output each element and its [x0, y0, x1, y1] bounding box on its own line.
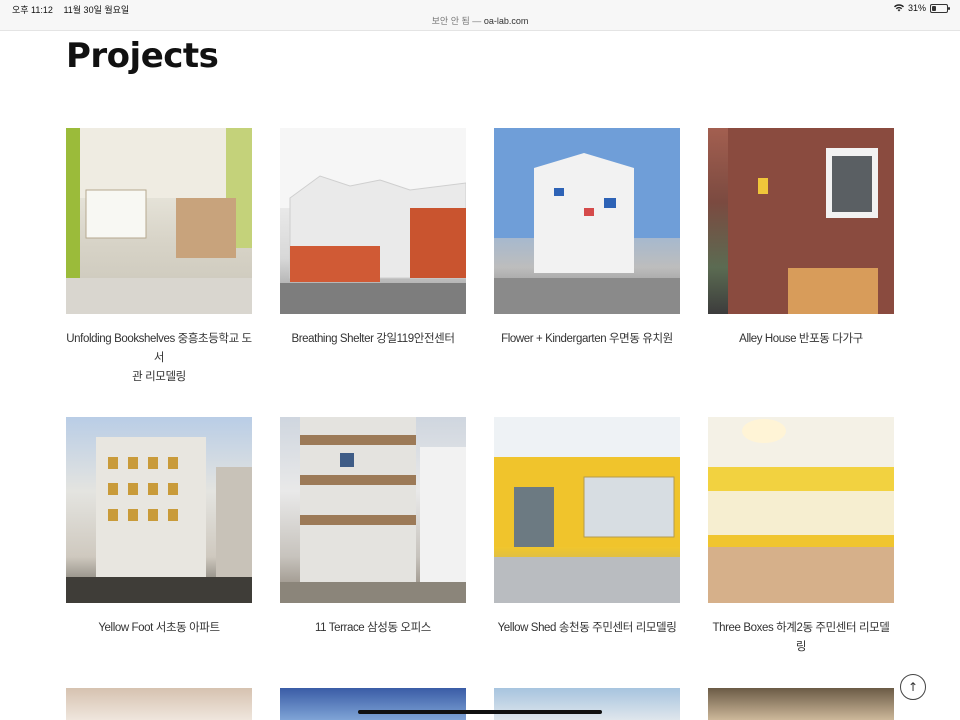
project-thumbnail[interactable] — [708, 128, 894, 314]
project-card-row3-3[interactable] — [494, 688, 680, 720]
project-thumbnail[interactable] — [280, 128, 466, 314]
project-card-three-boxes[interactable]: Three Boxes 하계2동 주민센터 리모델링 — [708, 417, 894, 657]
project-card-breathing-shelter[interactable]: Breathing Shelter 강일119안전센터 — [280, 128, 466, 349]
alley-house-image — [728, 128, 894, 314]
wifi-icon — [893, 4, 904, 12]
project-thumbnail[interactable] — [66, 417, 252, 603]
project-thumbnail[interactable] — [66, 128, 252, 314]
community-center-interior-image — [708, 417, 894, 603]
office-image — [280, 417, 466, 603]
address-bar[interactable]: 보안 안 됨 — oa-lab.com — [0, 14, 960, 27]
project-title[interactable]: Alley House 반포동 다가구 — [708, 330, 894, 349]
page-title: Projects — [66, 36, 219, 76]
project-title[interactable]: Three Boxes 하계2동 주민센터 리모델링 — [708, 619, 894, 657]
project-thumbnail[interactable] — [280, 417, 466, 603]
battery-icon — [930, 3, 950, 13]
project-card-11-terrace[interactable]: 11 Terrace 삼성동 오피스 — [280, 417, 466, 638]
apartment-image — [66, 437, 252, 603]
project-thumbnail[interactable] — [280, 688, 466, 720]
project-card-unfolding-bookshelves[interactable]: Unfolding Bookshelves 중흥초등학교 도서 관 리모델링 — [66, 128, 252, 387]
url-separator: — — [472, 16, 482, 26]
project-card-flower-kindergarten[interactable]: Flower + Kindergarten 우면동 유치원 — [494, 128, 680, 349]
security-label: 보안 안 됨 — [431, 16, 470, 26]
project-thumbnail[interactable] — [708, 417, 894, 603]
project-card-alley-house[interactable]: Alley House 반포동 다가구 — [708, 128, 894, 349]
project-thumbnail[interactable] — [494, 417, 680, 603]
project-card-yellow-shed[interactable]: Yellow Shed 송천동 주민센터 리모델링 — [494, 417, 680, 638]
arrow-up-icon: ↑ — [907, 680, 919, 694]
project-title[interactable]: Flower + Kindergarten 우면동 유치원 — [494, 330, 680, 349]
status-bar: 오후 11:12 11월 30일 월요일 보안 안 됨 — oa-lab.com… — [0, 0, 960, 31]
project-title[interactable]: 11 Terrace 삼성동 오피스 — [280, 619, 466, 638]
project-title[interactable]: Breathing Shelter 강일119안전센터 — [280, 330, 466, 349]
url-host: oa-lab.com — [483, 16, 529, 26]
project-card-row3-4[interactable] — [708, 688, 894, 720]
project-thumbnail[interactable] — [494, 688, 680, 720]
fire-station-image — [280, 128, 466, 314]
back-to-top-button[interactable]: ↑ — [900, 674, 926, 700]
project-title[interactable]: Yellow Shed 송천동 주민센터 리모델링 — [494, 619, 680, 638]
project-title[interactable]: Yellow Foot 서초동 아파트 — [66, 619, 252, 638]
project-card-row3-1[interactable] — [66, 688, 252, 720]
status-right: 31% — [893, 3, 950, 13]
project-thumbnail[interactable] — [708, 688, 894, 720]
project-title[interactable]: Unfolding Bookshelves 중흥초등학교 도서 관 리모델링 — [66, 330, 252, 387]
kindergarten-image — [494, 128, 680, 314]
community-center-image — [494, 417, 680, 603]
library-interior-image — [66, 128, 252, 314]
battery-percent: 31% — [907, 3, 926, 13]
project-thumbnail[interactable] — [66, 688, 252, 720]
project-card-row3-2[interactable] — [280, 688, 466, 720]
project-thumbnail[interactable] — [494, 128, 680, 314]
home-indicator[interactable] — [358, 710, 602, 714]
project-card-yellow-foot[interactable]: Yellow Foot 서초동 아파트 — [66, 417, 252, 638]
